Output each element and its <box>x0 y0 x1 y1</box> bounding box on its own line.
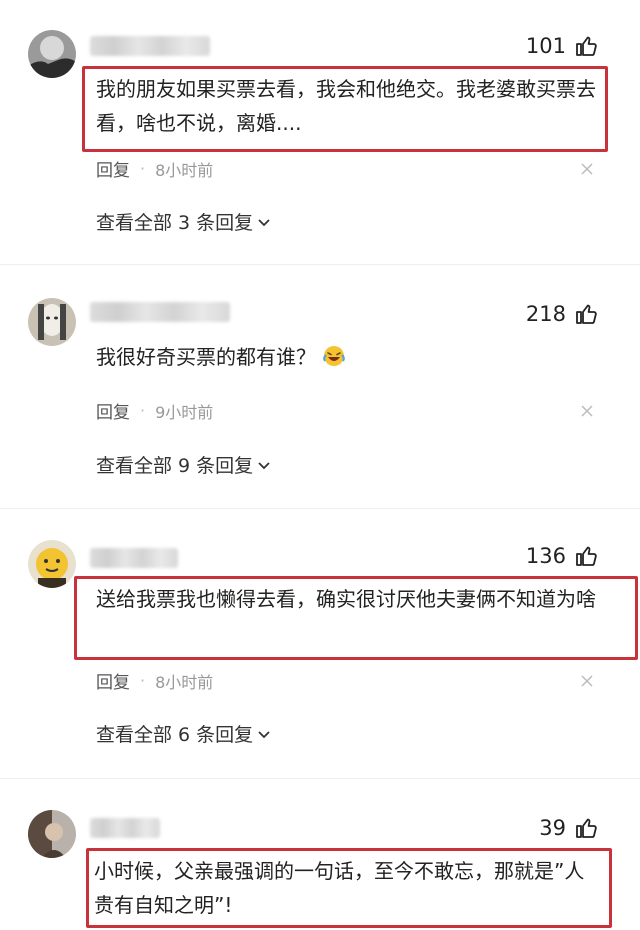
view-replies-label: 查看全部 3 条回复 <box>96 212 254 234</box>
avatar-image <box>28 298 76 346</box>
divider <box>0 778 640 779</box>
comment-text: 小时候，父亲最强调的一句话，至今不敢忘，那就是”人贵有自知之明”! <box>94 859 585 917</box>
like-count[interactable]: 101 <box>526 34 598 58</box>
thumbs-up-icon[interactable] <box>574 816 598 840</box>
avatar[interactable] <box>28 540 76 588</box>
view-replies-link[interactable]: 查看全部 9 条回复 <box>96 451 271 478</box>
comment-time: 8小时前 <box>155 160 214 180</box>
separator-dot: · <box>140 401 146 420</box>
close-icon[interactable] <box>580 162 594 176</box>
close-icon[interactable] <box>580 404 594 418</box>
avatar[interactable] <box>28 810 76 858</box>
divider <box>0 264 640 265</box>
thumbs-up-icon[interactable] <box>574 544 598 568</box>
username-blurred <box>90 548 178 568</box>
view-replies-label: 查看全部 6 条回复 <box>96 724 254 746</box>
chevron-down-icon <box>258 461 270 469</box>
comment-meta: 回复 · 8小时前 <box>96 156 213 181</box>
username-blurred <box>90 818 160 838</box>
view-replies-link[interactable]: 查看全部 3 条回复 <box>96 208 271 235</box>
reply-button[interactable]: 回复 <box>96 398 130 423</box>
close-icon[interactable] <box>580 674 594 688</box>
divider <box>0 508 640 509</box>
comment-meta: 回复 · 9小时前 <box>96 398 213 423</box>
like-count[interactable]: 218 <box>526 302 598 326</box>
comment-text: 我的朋友如果买票去看，我会和他绝交。我老婆敢买票去看，啥也不说，离婚.... <box>96 77 596 135</box>
chevron-down-icon <box>258 730 270 738</box>
like-count-value: 39 <box>539 816 566 840</box>
like-count[interactable]: 136 <box>526 544 598 568</box>
like-count[interactable]: 39 <box>539 816 598 840</box>
avatar-image <box>28 30 76 78</box>
view-replies-link[interactable]: 查看全部 6 条回复 <box>96 720 271 747</box>
like-count-value: 136 <box>525 544 566 568</box>
avatar-image <box>28 810 76 858</box>
reply-button[interactable]: 回复 <box>96 668 130 693</box>
chevron-down-icon <box>258 218 270 226</box>
reply-button[interactable]: 回复 <box>96 156 130 181</box>
laughing-crying-emoji-icon <box>323 346 345 366</box>
avatar[interactable] <box>28 298 76 346</box>
view-replies-label: 查看全部 9 条回复 <box>96 455 254 477</box>
separator-dot: · <box>140 671 146 690</box>
like-count-value: 218 <box>525 302 566 326</box>
comment-text-line: 我很好奇买票的都有谁？ <box>96 340 596 374</box>
comment-text: 我很好奇买票的都有谁？ <box>96 345 316 369</box>
thumbs-up-icon[interactable] <box>574 34 598 58</box>
comment-meta: 回复 · 8小时前 <box>96 668 213 693</box>
like-count-value: 101 <box>525 34 566 58</box>
comment-time: 9小时前 <box>155 402 214 422</box>
thumbs-up-icon[interactable] <box>574 302 598 326</box>
username-blurred <box>90 36 210 56</box>
comment-text: 送给我票我也懒得去看，确实很讨厌他夫妻俩不知道为啥 <box>96 587 596 611</box>
comment-time: 8小时前 <box>155 672 214 692</box>
avatar[interactable] <box>28 30 76 78</box>
username-blurred <box>90 302 230 322</box>
avatar-image <box>28 540 76 588</box>
separator-dot: · <box>140 159 146 178</box>
